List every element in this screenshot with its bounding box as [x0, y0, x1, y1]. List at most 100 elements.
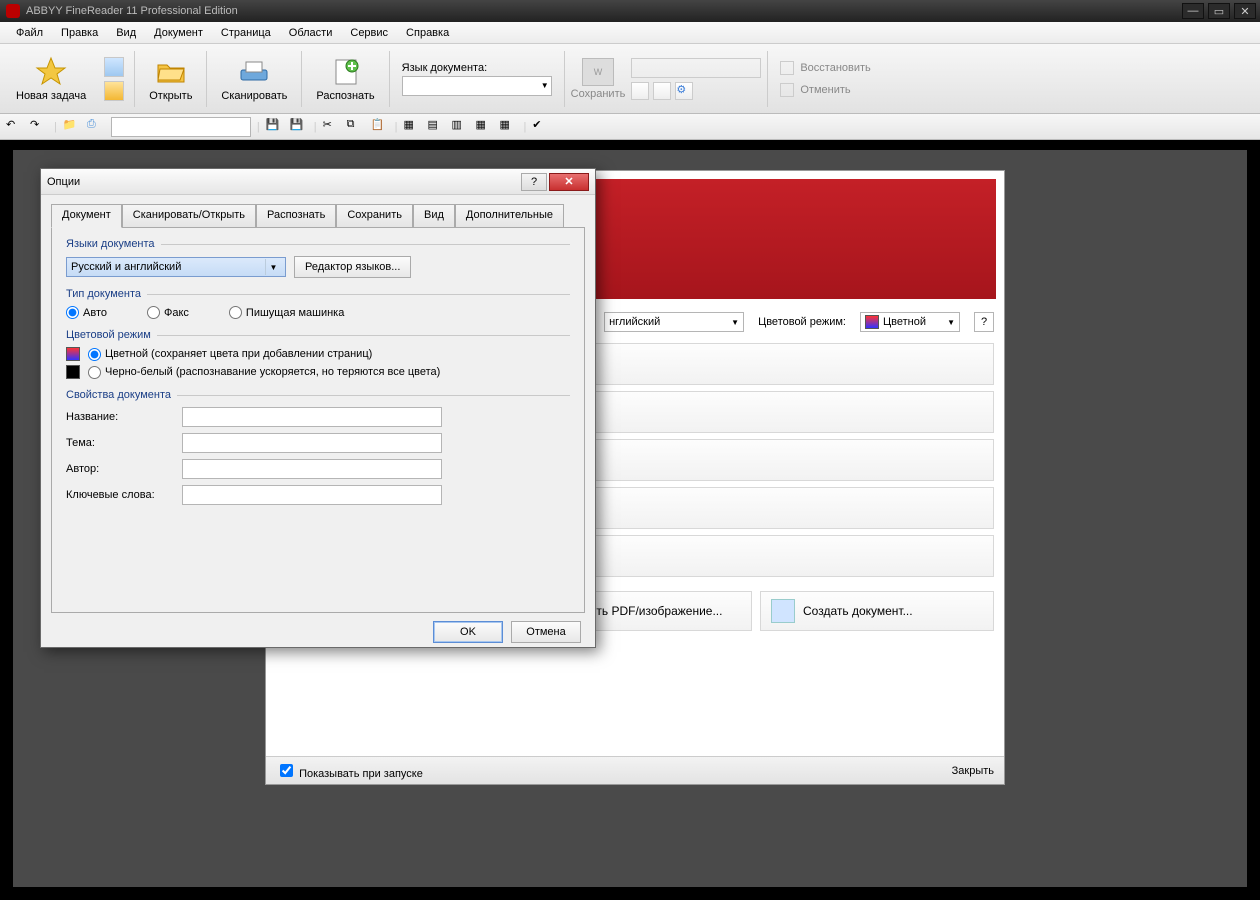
- language-select-value: Русский и английский: [71, 261, 181, 273]
- menu-page[interactable]: Страница: [213, 25, 279, 41]
- paste-icon[interactable]: 📋: [371, 118, 389, 136]
- new-task-label: Новая задача: [16, 90, 86, 102]
- tab-recognize[interactable]: Распознать: [256, 204, 336, 228]
- options-dialog: Опции ? ✕ Документ Сканировать/Открыть Р…: [40, 168, 596, 648]
- input-subject[interactable]: [182, 433, 442, 453]
- word-icon: W: [582, 58, 614, 86]
- recognize-icon: [330, 56, 362, 88]
- radio-fax[interactable]: Факс: [147, 306, 189, 319]
- restore-label: Восстановить: [800, 62, 870, 74]
- scan-label: Сканировать: [221, 90, 287, 102]
- radio-color-label: Цветной (сохраняет цвета при добавлении …: [105, 348, 372, 360]
- close-button[interactable]: ✕: [1234, 3, 1256, 19]
- start-language-value: нглийский: [609, 316, 660, 328]
- language-editor-button[interactable]: Редактор языков...: [294, 256, 411, 278]
- ribbon-toolbar: Новая задача Открыть Сканировать Распозн…: [0, 44, 1260, 114]
- menu-edit[interactable]: Правка: [53, 25, 106, 41]
- undo-button[interactable]: Отменить: [774, 81, 876, 99]
- start-colormode-dropdown[interactable]: Цветной▼: [860, 312, 960, 332]
- show-on-startup-checkbox[interactable]: Показывать при запуске: [276, 761, 423, 780]
- folder-open-icon: [155, 56, 187, 88]
- save-tiny-icon[interactable]: 💾: [266, 118, 284, 136]
- language-select[interactable]: Русский и английский ▼: [66, 257, 286, 277]
- input-name[interactable]: [182, 407, 442, 427]
- menu-help[interactable]: Справка: [398, 25, 457, 41]
- app-icon: [6, 4, 20, 18]
- scan-button[interactable]: Сканировать: [213, 48, 295, 109]
- minimize-button[interactable]: —: [1182, 3, 1204, 19]
- star-icon: [35, 56, 67, 88]
- restore-button[interactable]: Восстановить: [774, 59, 876, 77]
- radio-bw[interactable]: Черно-белый (распознавание ускоряется, н…: [88, 366, 440, 379]
- radio-color[interactable]: Цветной (сохраняет цвета при добавлении …: [88, 348, 372, 361]
- group-languages: Языки документа: [66, 238, 570, 250]
- menu-tools[interactable]: Сервис: [342, 25, 396, 41]
- dialog-title: Опции: [47, 176, 80, 188]
- new-doc-icon[interactable]: [104, 57, 124, 77]
- recognize-button[interactable]: Распознать: [308, 48, 382, 109]
- group-colormode: Цветовой режим: [66, 329, 570, 341]
- redo-small-icon[interactable]: ↷: [30, 118, 48, 136]
- label-author: Автор:: [66, 463, 176, 475]
- window-title: ABBYY FineReader 11 Professional Edition: [26, 5, 238, 17]
- save-all-icon[interactable]: 💾: [290, 118, 308, 136]
- bottom-create-button[interactable]: Создать документ...: [760, 591, 994, 631]
- grid-icon[interactable]: ▦: [499, 118, 517, 136]
- tab-save[interactable]: Сохранить: [336, 204, 413, 228]
- scan-tiny-icon[interactable]: ⎙: [87, 118, 105, 136]
- doc-language-dropdown[interactable]: ▼: [402, 76, 552, 96]
- input-keywords[interactable]: [182, 485, 442, 505]
- maximize-button[interactable]: ▭: [1208, 3, 1230, 19]
- save-button[interactable]: W Сохранить: [571, 58, 626, 100]
- menu-document[interactable]: Документ: [146, 25, 211, 41]
- copy-icon[interactable]: ⧉: [347, 118, 365, 136]
- tab-document[interactable]: Документ: [51, 204, 122, 228]
- doc-language-label: Язык документа:: [402, 62, 552, 74]
- barcode-area-icon[interactable]: ▦: [475, 118, 493, 136]
- dialog-help-button[interactable]: ?: [521, 173, 547, 191]
- open-folder-tiny-icon[interactable]: 📁: [63, 118, 81, 136]
- start-help-button[interactable]: ?: [974, 312, 994, 332]
- save-image-icon[interactable]: [653, 82, 671, 100]
- secondary-toolbar: ↶ ↷ | 📁 ⎙ | 💾 💾 | ✂ ⧉ 📋 | ▦ ▤ ▥ ▦ ▦ | ✔: [0, 114, 1260, 140]
- tab-view[interactable]: Вид: [413, 204, 455, 228]
- tab-scan-open[interactable]: Сканировать/Открыть: [122, 204, 256, 228]
- scanner-icon: [238, 56, 270, 88]
- spellcheck-icon[interactable]: ✔: [532, 118, 550, 136]
- menu-file[interactable]: Файл: [8, 25, 51, 41]
- cut-icon[interactable]: ✂: [323, 118, 341, 136]
- recognize-label: Распознать: [316, 90, 374, 102]
- ok-button[interactable]: OK: [433, 621, 503, 643]
- text-area-icon[interactable]: ▤: [427, 118, 445, 136]
- chevron-down-icon: ▼: [265, 259, 281, 275]
- table-area-icon[interactable]: ▥: [451, 118, 469, 136]
- open-button[interactable]: Открыть: [141, 48, 200, 109]
- settings-small-icon[interactable]: ⚙: [675, 82, 693, 100]
- color-swatch-icon: [865, 315, 879, 329]
- redo-icon: [780, 61, 794, 75]
- start-close-button[interactable]: Закрыть: [952, 765, 994, 777]
- send-mail-icon[interactable]: [631, 82, 649, 100]
- dialog-close-button[interactable]: ✕: [549, 173, 589, 191]
- start-language-dropdown[interactable]: нглийский▼: [604, 312, 744, 332]
- cancel-button[interactable]: Отмена: [511, 621, 581, 643]
- input-author[interactable]: [182, 459, 442, 479]
- undo-label: Отменить: [800, 84, 850, 96]
- page-dropdown[interactable]: [111, 117, 251, 137]
- new-task-button[interactable]: Новая задача: [8, 48, 94, 109]
- save-format-dropdown[interactable]: [631, 58, 761, 78]
- tab-advanced[interactable]: Дополнительные: [455, 204, 564, 228]
- menu-areas[interactable]: Области: [281, 25, 341, 41]
- window-titlebar: ABBYY FineReader 11 Professional Edition…: [0, 0, 1260, 22]
- radio-typewriter-label: Пишущая машинка: [246, 307, 344, 319]
- bw-icon: [66, 365, 80, 379]
- start-colormode-value: Цветной: [883, 316, 926, 328]
- radio-typewriter[interactable]: Пишущая машинка: [229, 306, 344, 319]
- open-folder-small-icon[interactable]: [104, 81, 124, 101]
- menu-view[interactable]: Вид: [108, 25, 144, 41]
- tab-content: Языки документа Русский и английский ▼ Ре…: [51, 227, 585, 613]
- radio-auto[interactable]: Авто: [66, 306, 107, 319]
- undo-small-icon[interactable]: ↶: [6, 118, 24, 136]
- image-area-icon[interactable]: ▦: [403, 118, 421, 136]
- radio-fax-label: Факс: [164, 307, 189, 319]
